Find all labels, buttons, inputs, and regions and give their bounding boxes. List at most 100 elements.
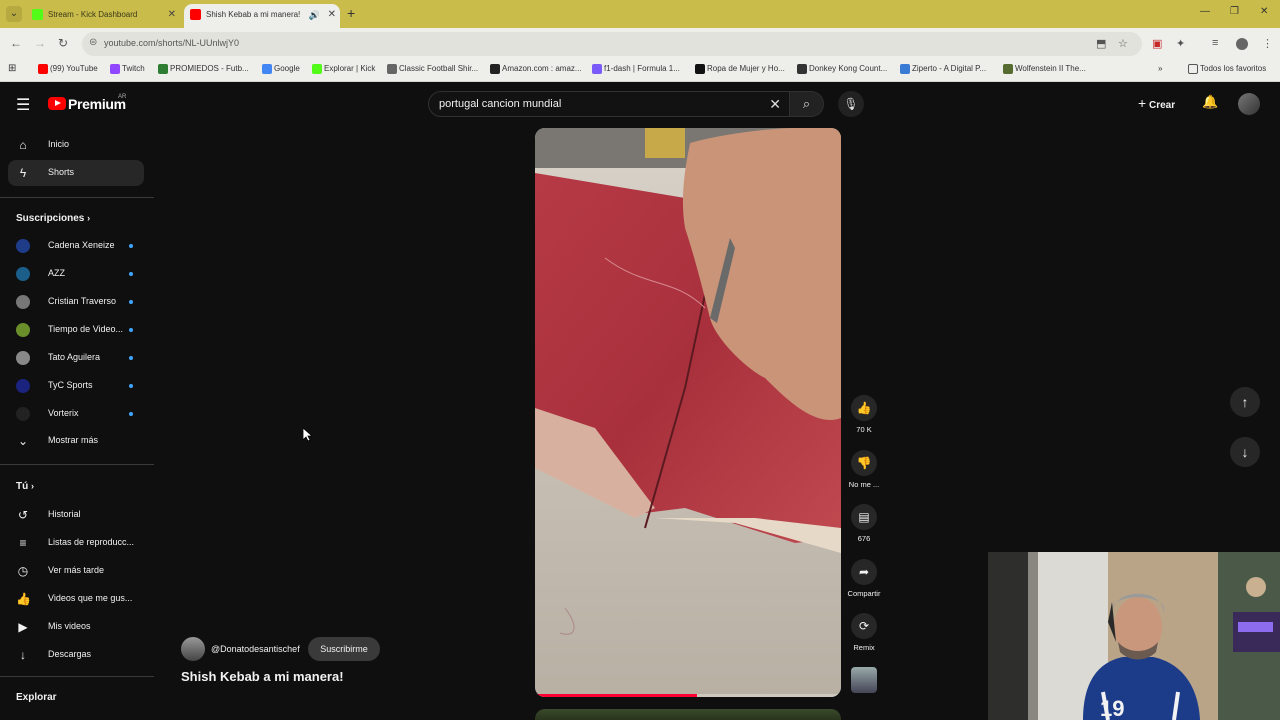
bookmark-item[interactable]: Google [262,64,300,74]
more-bookmarks-icon[interactable]: » [1158,64,1162,73]
sidebar-item-label: Listas de reproducc... [48,537,135,547]
sidebar-item-my-videos[interactable]: ▶ Mis videos [8,614,144,640]
share-button[interactable]: ➦ Compartir [848,559,880,598]
bookmark-item[interactable]: Ziperto - A Digital P... [900,64,986,74]
sidebar-item-downloads[interactable]: ↓ Descargas [8,642,144,668]
action-label: Compartir [847,589,881,598]
sidebar-item-history[interactable]: ↺ Historial [8,502,144,528]
subscription-item[interactable]: Vorterix [8,401,144,427]
watch-later-icon: ◷ [17,564,29,578]
account-avatar[interactable] [1238,93,1260,115]
speaker-icon[interactable]: 🔊 [309,4,320,26]
back-icon[interactable]: ← [10,36,22,50]
site-info-icon[interactable]: ⊜ [89,37,97,48]
video-progress-bar[interactable] [535,694,841,697]
guide-menu-icon[interactable]: ☰ [16,95,30,115]
bookmark-label: Donkey Kong Count... [809,64,888,73]
notifications-icon[interactable]: 🔔 [1202,94,1218,110]
sidebar-item-watch-later[interactable]: ◷ Ver más tarde [8,558,144,584]
bookmark-item[interactable]: Wolfenstein II The... [1003,64,1086,74]
apps-icon[interactable]: ⊞ [8,63,16,74]
subscription-item[interactable]: Tiempo de Video... [8,317,144,343]
subscriptions-heading[interactable]: Suscripciones › [16,213,90,224]
remix-button[interactable]: ⟳ Remix [848,613,880,652]
channel-handle[interactable]: @Donatodesantischef [211,644,300,654]
short-video-player[interactable] [535,128,841,697]
next-short-button[interactable]: ↓ [1230,437,1260,467]
bookmark-item[interactable]: PROMIEDOS - Futb... [158,64,249,74]
reload-icon[interactable]: ↻ [58,36,68,50]
channel-avatar [16,407,30,421]
previous-short-button[interactable]: ↑ [1230,387,1260,417]
plus-icon: + [1138,95,1147,111]
sidebar-item-shorts[interactable]: ϟ Shorts [8,160,144,186]
install-icon[interactable]: ⬒ [1096,37,1106,50]
omnibox[interactable]: ⊜ youtube.com/shorts/NL-UUnlwjY0 [82,32,1142,56]
tab-kick-dashboard[interactable]: Stream - Kick Dashboard ✕ [26,4,180,28]
subscription-item[interactable]: Cadena Xeneize [8,233,144,259]
you-heading[interactable]: Tú › [16,481,34,492]
bookmark-label: Ropa de Mujer y Ho... [707,64,785,73]
tab-search-icon[interactable]: ⌄ [6,6,22,22]
search-box[interactable]: portugal cancion mundial ✕ [428,91,790,117]
bookmark-favicon-icon [158,64,168,74]
next-short-preview[interactable] [535,709,841,720]
close-window-icon[interactable]: ✕ [1260,6,1268,17]
bookmark-star-icon[interactable]: ☆ [1118,37,1128,50]
search-button[interactable]: ⌕ [790,91,824,117]
tab-close-icon[interactable]: ✕ [168,4,176,26]
browser-tab-bar: ⌄ Stream - Kick Dashboard ✕ Shish Kebab … [0,0,1280,28]
search-input[interactable]: portugal cancion mundial [439,98,561,110]
like-button[interactable]: 👍 70 K [848,395,880,434]
pdf-extension-icon[interactable]: ▣ [1152,37,1162,50]
history-icon: ↺ [17,508,29,522]
menu-icon[interactable]: ⋮ [1262,37,1273,50]
chevron-down-icon: ⌄ [17,434,29,448]
clear-search-icon[interactable]: ✕ [769,96,781,113]
sound-source-button[interactable] [848,667,880,693]
create-button[interactable]: + Crear [1138,95,1175,111]
sidebar-item-playlists[interactable]: ≡ Listas de reproducc... [8,530,144,556]
sidebar-item-label: Ver más tarde [48,565,105,575]
all-bookmarks[interactable]: Todos los favoritos [1188,64,1266,74]
profile-icon[interactable] [1236,38,1248,50]
sidebar-item-label: Cadena Xeneize [48,240,115,250]
microphone-icon: 🎙 [843,97,859,111]
channel-avatar[interactable] [181,637,205,661]
bookmark-item[interactable]: Classic Football Shir... [387,64,478,74]
tab-close-icon[interactable]: ✕ [328,4,336,26]
media-icon[interactable]: ≡ [1212,37,1218,49]
video-progress-fill [535,694,698,697]
bookmark-item[interactable]: Explorar | Kick [312,64,375,74]
restore-icon[interactable]: ❐ [1230,6,1239,17]
tab-youtube-short[interactable]: Shish Kebab a mi manera! 🔊 ✕ [184,4,340,28]
bookmark-label: Google [274,64,300,73]
subscribe-button[interactable]: Suscribirme [308,637,380,661]
channel-avatar [16,323,30,337]
subscription-item[interactable]: AZZ [8,261,144,287]
subscription-item[interactable]: Cristian Traverso [8,289,144,315]
bookmark-item[interactable]: (99) YouTube [38,64,98,74]
bookmark-item[interactable]: Twitch [110,64,145,74]
url-text: youtube.com/shorts/NL-UUnlwjY0 [104,38,240,48]
mouse-cursor-icon [303,428,313,442]
bookmark-item[interactable]: f1-dash | Formula 1... [592,64,680,74]
minimize-icon[interactable]: — [1200,6,1210,17]
comments-button[interactable]: ▤ 676 [848,504,880,543]
sidebar-item-liked[interactable]: 👍 Videos que me gus... [8,586,144,612]
show-more-button[interactable]: ⌄ Mostrar más [8,428,144,454]
bookmark-item[interactable]: Ropa de Mujer y Ho... [695,64,785,74]
sidebar-item-inicio[interactable]: ⌂ Inicio [8,132,144,158]
new-tab-button[interactable]: + [347,5,355,21]
subscription-item[interactable]: TyC Sports [8,373,144,399]
extensions-icon[interactable]: ✦ [1176,37,1185,50]
bookmark-item[interactable]: Amazon.com : amaz... [490,64,582,74]
bookmark-item[interactable]: Donkey Kong Count... [797,64,888,74]
subscription-item[interactable]: Tato Aguilera [8,345,144,371]
short-title[interactable]: Shish Kebab a mi manera! [181,669,344,684]
voice-search-button[interactable]: 🎙 [838,91,864,117]
dislike-button[interactable]: 👎 No me ... [848,450,880,489]
forward-icon[interactable]: → [34,36,46,50]
channel-avatar [16,239,30,253]
tab-title: Shish Kebab a mi manera! [206,10,301,19]
